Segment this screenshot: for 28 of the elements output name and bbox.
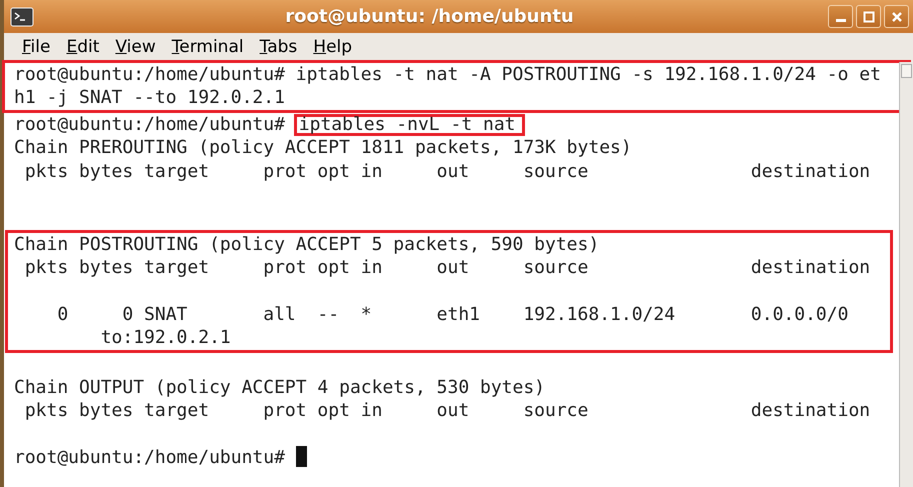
terminal-line: Chain POSTROUTING (policy ACCEPT 5 packets, 590 bytes) bbox=[14, 232, 600, 256]
menu-item[interactable]: View bbox=[107, 34, 164, 60]
menu-item[interactable]: File bbox=[14, 34, 58, 60]
terminal-line: Chain OUTPUT (policy ACCEPT 4 packets, 530 bytes) bbox=[14, 376, 546, 400]
scrollbar[interactable] bbox=[899, 62, 913, 487]
terminal-line: Chain PREROUTING (policy ACCEPT 1811 packets, 173K bytes) bbox=[14, 136, 633, 160]
terminal-line: pkts bytes target prot opt in out source destination bbox=[24, 160, 872, 183]
terminal-line: pkts bytes target prot opt in out source destination bbox=[24, 256, 872, 280]
terminal-line: 0 0 SNAT all -- * eth1 192.168.1.0/24 0.0.0.0/0 bbox=[56, 302, 850, 326]
terminal-icon bbox=[10, 6, 34, 26]
window-title: root@ubuntu: /home/ubuntu bbox=[284, 5, 575, 29]
close-button[interactable] bbox=[884, 5, 909, 28]
maximize-button[interactable] bbox=[856, 5, 881, 28]
menu-item[interactable]: Terminal bbox=[164, 34, 252, 60]
shell-prompt: root@ubuntu:/home/ubuntu# bbox=[14, 447, 286, 468]
menu-item[interactable]: Help bbox=[305, 34, 360, 60]
menu-item[interactable]: Tabs bbox=[252, 34, 306, 60]
terminal-line: to:192.0.2.1 bbox=[100, 326, 232, 350]
shell-prompt: root@ubuntu:/home/ubuntu# bbox=[14, 114, 286, 135]
terminal-line: root@ubuntu:/home/ubuntu# iptables -t nat -A POSTROUTING -s 192.168.1.0/24 -o et bbox=[14, 63, 882, 86]
menu-item[interactable]: Edit bbox=[58, 34, 108, 60]
close-icon bbox=[890, 10, 902, 22]
minimize-button[interactable] bbox=[828, 5, 853, 28]
minimize-icon bbox=[836, 18, 846, 22]
terminal-line: pkts bytes target prot opt in out source destination bbox=[24, 399, 872, 423]
maximize-icon bbox=[862, 10, 874, 22]
terminal-line: h1 -j SNAT --to 192.0.2.1 bbox=[14, 86, 286, 110]
shell-command: iptables -nvL -t nat bbox=[294, 114, 525, 136]
